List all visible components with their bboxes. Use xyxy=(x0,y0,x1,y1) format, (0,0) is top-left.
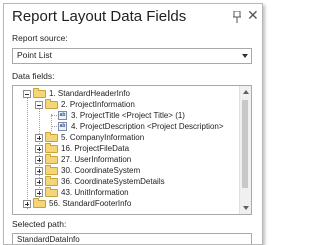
data-fields-tree[interactable]: 1. StandardHeaderInfo 2. ProjectInformat… xyxy=(12,85,252,215)
field-icon: ab xyxy=(58,122,67,131)
tree-node-label: 30. CoordinateSystem xyxy=(61,166,141,175)
report-source-label: Report source: xyxy=(12,33,68,43)
expand-icon[interactable] xyxy=(35,145,43,153)
selected-path-value: StandardDataInfo xyxy=(17,235,80,244)
pin-icon[interactable] xyxy=(232,11,242,23)
tree-node-label: 4. ProjectDescription <Project Descripti… xyxy=(71,122,224,131)
expand-icon[interactable] xyxy=(23,200,31,208)
scroll-down-icon[interactable] xyxy=(243,206,249,210)
folder-icon xyxy=(45,176,58,186)
folder-icon xyxy=(45,165,58,175)
tree-node-company-information[interactable]: 5. CompanyInformation xyxy=(13,132,238,143)
tree-node-user-information[interactable]: 27. UserInformation xyxy=(13,154,238,165)
tree-node-project-title[interactable]: ab 3. ProjectTitle <Project Title> (1) xyxy=(13,110,238,121)
folder-icon xyxy=(45,143,58,153)
expand-icon[interactable] xyxy=(35,167,43,175)
tree-node-label: 2. ProjectInformation xyxy=(61,100,135,109)
report-source-value: Point List xyxy=(17,50,52,60)
tree-node-label: 56. StandardFooterInfo xyxy=(49,199,132,208)
tree-guide-line xyxy=(51,115,57,116)
tree-node-label: 5. CompanyInformation xyxy=(61,133,145,142)
expand-icon[interactable] xyxy=(35,189,43,197)
folder-icon xyxy=(45,154,58,164)
selected-path-field[interactable]: StandardDataInfo xyxy=(12,233,252,244)
tree-node-project-information[interactable]: 2. ProjectInformation xyxy=(13,99,238,110)
folder-icon xyxy=(45,99,58,109)
tree-node-project-description[interactable]: ab 4. ProjectDescription <Project Descri… xyxy=(13,121,238,132)
collapse-icon[interactable] xyxy=(35,101,43,109)
tree-node-label: 43. UnitInformation xyxy=(61,188,129,197)
tree-node-label: 36. CoordinateSystemDetails xyxy=(61,177,165,186)
folder-icon xyxy=(45,187,58,197)
tree-node-standard-header-info[interactable]: 1. StandardHeaderInfo xyxy=(13,88,238,99)
tree-node-label: 16. ProjectFileData xyxy=(61,144,130,153)
expand-icon[interactable] xyxy=(35,156,43,164)
selected-path-label: Selected path: xyxy=(12,219,67,229)
panel-title: Report Layout Data Fields xyxy=(12,8,187,25)
folder-icon xyxy=(33,88,46,98)
folder-icon xyxy=(45,132,58,142)
close-icon[interactable]: ✕ xyxy=(247,7,259,23)
folder-icon xyxy=(33,198,46,208)
tree-vertical-scrollbar[interactable] xyxy=(239,86,251,214)
expand-icon[interactable] xyxy=(35,134,43,142)
report-layout-data-fields-panel: Report Layout Data Fields ✕ Report sourc… xyxy=(3,3,263,245)
data-fields-label: Data fields: xyxy=(12,71,55,81)
tree-node-coordinate-system-details[interactable]: 36. CoordinateSystemDetails xyxy=(13,176,238,187)
scroll-up-icon[interactable] xyxy=(243,90,249,94)
tree-node-label: 3. ProjectTitle <Project Title> (1) xyxy=(71,111,185,120)
tree-node-coordinate-system[interactable]: 30. CoordinateSystem xyxy=(13,165,238,176)
tree-node-label: 27. UserInformation xyxy=(61,155,132,164)
tree-node-unit-information[interactable]: 43. UnitInformation xyxy=(13,187,238,198)
tree-guide-line xyxy=(51,126,57,127)
expand-icon[interactable] xyxy=(35,178,43,186)
tree-node-label: 1. StandardHeaderInfo xyxy=(49,89,130,98)
field-icon: ab xyxy=(58,111,67,120)
tree-node-standard-footer-info[interactable]: 56. StandardFooterInfo xyxy=(13,198,238,209)
collapse-icon[interactable] xyxy=(23,90,31,98)
tree-node-project-file-data[interactable]: 16. ProjectFileData xyxy=(13,143,238,154)
scrollbar-thumb[interactable] xyxy=(242,100,248,188)
chevron-down-icon[interactable] xyxy=(242,54,248,58)
report-source-select[interactable]: Point List xyxy=(12,48,252,64)
